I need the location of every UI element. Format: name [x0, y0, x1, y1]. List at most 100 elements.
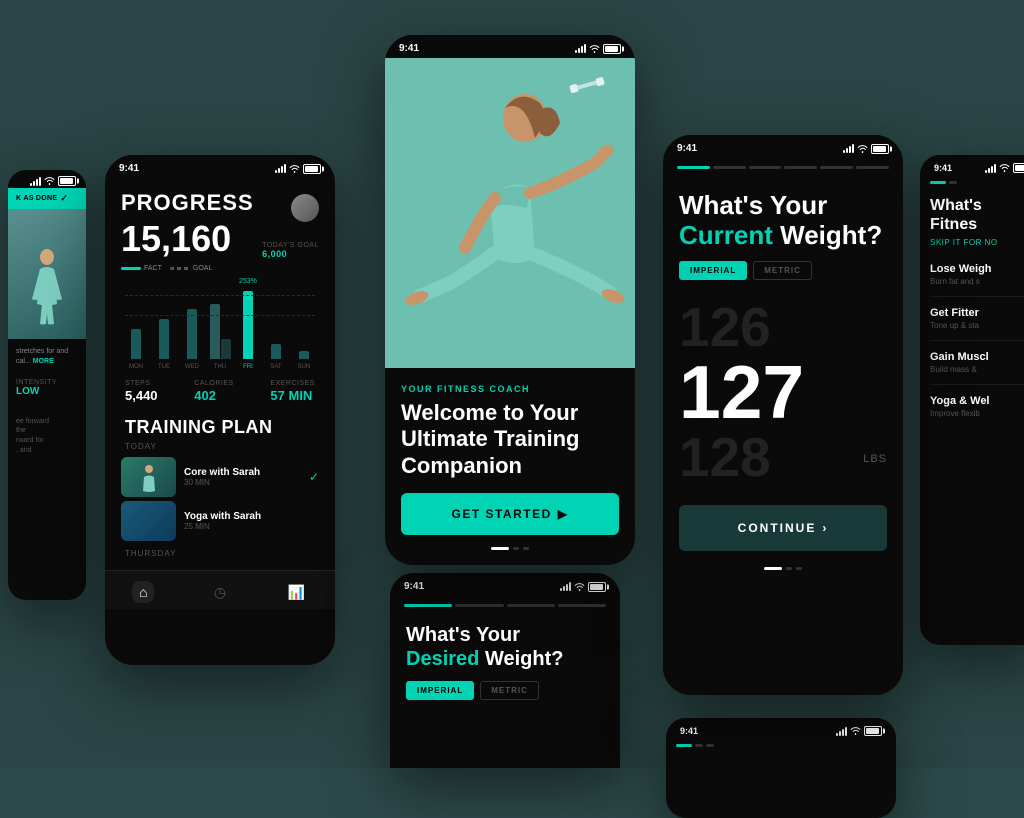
chart-legend: FACT GOAL — [121, 265, 319, 272]
arrow-icon: ▶ — [558, 507, 569, 521]
goal-desc-1: Burn fat and s — [930, 277, 1024, 286]
workout-note: ee forward the rward for , and — [16, 417, 78, 456]
seg-5 — [820, 166, 853, 169]
weight-current[interactable]: 127 — [679, 355, 887, 430]
workout-item-1[interactable]: Core with Sarah 30 MIN ✓ — [121, 457, 319, 497]
mark-done-label: K AS DONE — [16, 195, 57, 202]
unit-tabs: IMPERIAL METRIC — [679, 261, 887, 280]
progress-segs-goals — [920, 177, 1024, 186]
weight-below: 128 — [679, 430, 887, 485]
goal-desc-4: Improve flexib — [930, 409, 1024, 418]
goal-item-3[interactable]: Gain Muscl Build mass & — [930, 351, 1024, 385]
goal-label: TODAY'S GOAL — [262, 242, 319, 249]
skip-link[interactable]: SKIP IT FOR NO — [930, 238, 1024, 247]
gseg-1 — [930, 181, 946, 184]
workout-name-1: Core with Sarah — [184, 467, 301, 478]
goal-title-2: Get Fitter — [930, 307, 1024, 319]
goal-desc-3: Build mass & — [930, 365, 1024, 374]
tab-metric[interactable]: METRIC — [753, 261, 812, 280]
get-started-button[interactable]: GET STARTED ▶ — [401, 493, 619, 535]
continue-arrow-icon: › — [822, 521, 828, 535]
tab-imperial[interactable]: IMPERIAL — [679, 261, 747, 280]
wifi-icon-left — [44, 177, 55, 185]
goal-item-1[interactable]: Lose Weigh Burn fat and s — [930, 263, 1024, 297]
bar-fri: 253% FRI — [237, 278, 259, 370]
tab-imperial-desired[interactable]: IMPERIAL — [406, 681, 474, 700]
status-bar-desired: 9:41 — [390, 573, 620, 596]
seg-2 — [713, 166, 746, 169]
weight-title-part1: What's Your — [679, 190, 827, 220]
stat-cal-label: CALORIES — [194, 380, 233, 387]
time-goals: 9:41 — [934, 163, 952, 173]
progress-dots — [401, 547, 619, 550]
dseg-3 — [507, 604, 555, 607]
seg-1 — [677, 166, 710, 169]
status-bar-br: 9:41 — [666, 718, 896, 740]
goal-title-4: Yoga & Wel — [930, 395, 1024, 407]
continue-label: CONTINUE — [738, 521, 817, 535]
stat-steps-val: 5,440 — [125, 388, 158, 403]
seg-4 — [784, 166, 817, 169]
dseg-4 — [558, 604, 606, 607]
goal-item-2[interactable]: Get Fitter Tone up & sta — [930, 307, 1024, 341]
nav-chart[interactable]: 📊 — [286, 581, 308, 603]
fitness-label: Fitnes — [930, 216, 977, 233]
weight-content: What's Your Current Weight? IMPERIAL MET… — [663, 175, 903, 586]
intensity-value: LOW — [16, 386, 78, 397]
welcome-body: YOUR FITNESS COACH Welcome to Your Ultim… — [385, 368, 635, 565]
desired-part2: Weight? — [485, 648, 564, 670]
training-plan-title: TRAINING PLAN — [121, 417, 319, 438]
weight-above: 126 — [679, 300, 887, 355]
time-desired: 9:41 — [404, 581, 424, 592]
stat-steps-label: STEPS — [125, 380, 158, 387]
user-avatar — [291, 194, 319, 222]
dot-2 — [513, 547, 519, 550]
bar-wed: WED — [181, 289, 203, 370]
weight-question-title: What's Your Current Weight? — [679, 191, 887, 251]
card-current-weight: 9:41 What's Your Current Weight? IMPERIA… — [663, 135, 903, 695]
seg-6 — [856, 166, 889, 169]
welcome-title: Welcome to Your Ultimate Training Compan… — [401, 400, 619, 479]
bar-tue: TUE — [153, 289, 175, 370]
bar-percent: 253% — [239, 278, 257, 285]
workout-item-2[interactable]: Yoga with Sarah 25 MIN — [121, 501, 319, 541]
nav-home[interactable]: ⌂ — [132, 581, 154, 603]
progress-segments-desired — [390, 596, 620, 613]
welcome-hero-image — [385, 58, 635, 368]
bar-mon: MON — [125, 289, 147, 370]
dot-active — [491, 547, 509, 550]
mark-done-bar[interactable]: K AS DONE ✓ — [8, 188, 86, 209]
progress-segs-br — [666, 740, 896, 751]
time-progress: 9:41 — [119, 163, 139, 174]
stat-cal-val: 402 — [194, 388, 216, 403]
stats-row: STEPS 5,440 CALORIES 402 EXERCISES 57 MI… — [121, 380, 319, 405]
goals-title-partial: What's Fitnes — [930, 196, 1024, 234]
intensity-label: INTENSITY — [16, 379, 78, 386]
continue-button[interactable]: CONTINUE › — [679, 505, 887, 551]
goal-desc-2: Tone up & sta — [930, 321, 1024, 330]
workout-image-left — [8, 209, 86, 339]
goal-title-1: Lose Weigh — [930, 263, 1024, 275]
goal-title-3: Gain Muscl — [930, 351, 1024, 363]
lbs-label: LBS — [863, 453, 887, 465]
goals-content: What's Fitnes SKIP IT FOR NO Lose Weigh … — [920, 186, 1024, 428]
status-bar-weight: 9:41 — [663, 135, 903, 158]
stretch-text: stretches for and cal... MORE — [16, 347, 78, 367]
tab-metric-desired[interactable]: METRIC — [480, 681, 539, 700]
stat-ex-val: 57 MIN — [270, 388, 312, 403]
workout-name-2: Yoga with Sarah — [184, 511, 319, 522]
time-weight: 9:41 — [677, 143, 697, 154]
card-welcome: 9:41 — [385, 35, 635, 565]
stat-calories: CALORIES 402 — [194, 380, 233, 405]
stat-exercises: EXERCISES 57 MIN — [270, 380, 315, 405]
bar-chart: MON TUE WED THU 253% — [121, 280, 319, 370]
goal-value: 6,000 — [262, 249, 287, 259]
nav-timer[interactable]: ◷ — [209, 581, 231, 603]
desired-title: What's Your Desired Weight? — [406, 623, 604, 671]
person-silhouette-left — [22, 249, 72, 329]
workout-dur-2: 25 MIN — [184, 522, 319, 531]
workout-info-1: Core with Sarah 30 MIN — [184, 467, 301, 487]
goal-item-4[interactable]: Yoga & Wel Improve flexib — [930, 395, 1024, 418]
status-bar-goals: 9:41 — [920, 155, 1024, 177]
bottom-nav: ⌂ ◷ 📊 — [105, 570, 335, 609]
